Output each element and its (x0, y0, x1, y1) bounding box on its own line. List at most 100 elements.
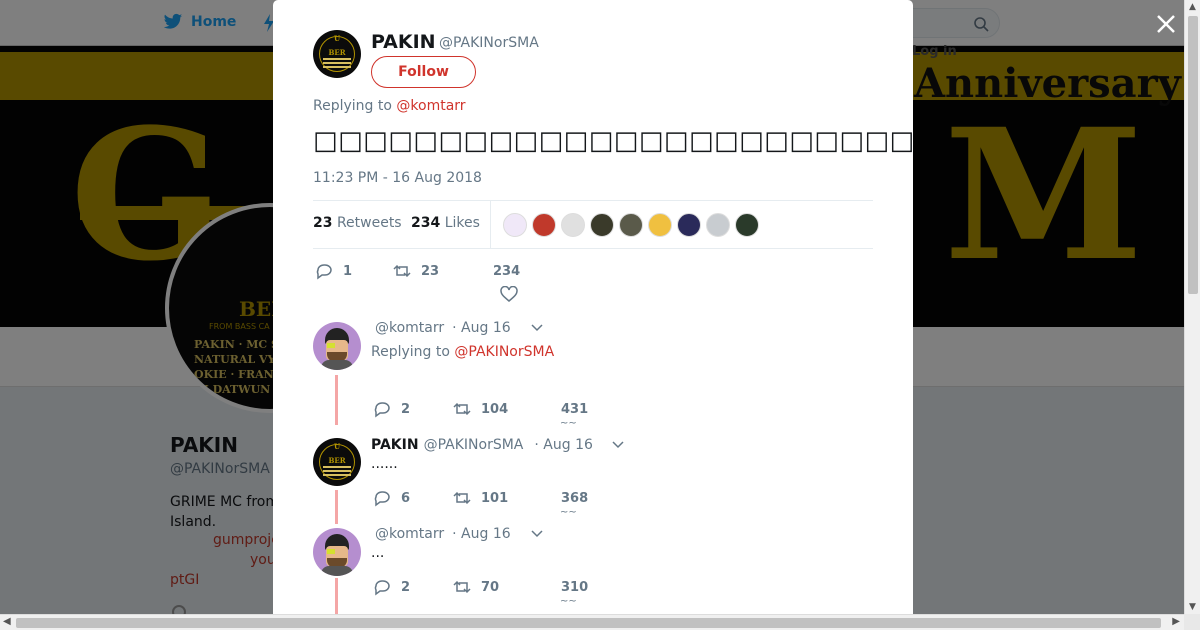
author-handle[interactable]: @PAKINorSMA (439, 35, 539, 51)
reply-icon (374, 580, 390, 596)
heart-icon[interactable]: ~~ (560, 418, 577, 429)
likes-stat[interactable]: 234 Likes (411, 215, 480, 231)
likes-label: Likes (444, 215, 480, 231)
avatar-line (323, 62, 351, 64)
likes-count: 234 (411, 215, 441, 231)
liker-avatar[interactable] (532, 213, 556, 237)
replying-mention[interactable]: @PAKINorSMA (454, 344, 554, 360)
thread-line (335, 578, 338, 614)
tweet-timestamp[interactable]: 11:23 PM - 16 Aug 2018 (313, 170, 482, 186)
avatar-line (323, 470, 351, 472)
retweet-icon (453, 491, 471, 505)
liker-avatar[interactable] (677, 213, 701, 237)
chevron-down-icon[interactable] (531, 530, 543, 538)
reply-icon (316, 264, 332, 280)
close-icon (1157, 15, 1175, 33)
like-action[interactable]: 310 (561, 580, 588, 595)
heart-icon[interactable] (500, 286, 518, 302)
reply-date[interactable]: · Aug 16 (452, 320, 511, 336)
scroll-up-arrow[interactable]: ▲ (1189, 2, 1196, 12)
avatar-line (323, 466, 351, 468)
liker-avatar[interactable] (561, 213, 585, 237)
stats-divider (490, 201, 491, 249)
retweet-icon (453, 402, 471, 416)
tweet-modal: U BER PAKIN @PAKINorSMA Follow Replying … (273, 0, 913, 614)
tweet-actions: 1 23 234 (315, 262, 520, 280)
follow-button[interactable]: Follow (371, 56, 476, 88)
author-avatar[interactable]: U BER (313, 30, 361, 78)
author-name[interactable]: PAKIN (371, 31, 436, 53)
thread-line (335, 375, 338, 425)
retweet-action[interactable]: 104 (453, 400, 561, 418)
horizontal-scrollbar[interactable]: ◀ ▶ (0, 614, 1184, 630)
chevron-down-icon[interactable] (612, 441, 624, 449)
reply-avatar[interactable] (313, 322, 361, 370)
close-button[interactable] (1152, 10, 1180, 38)
replying-to: Replying to @komtarr (313, 98, 466, 114)
retweet-count: 101 (481, 490, 509, 506)
reply-handle[interactable]: @komtarr (375, 320, 444, 336)
avatar-title: BER (328, 48, 346, 57)
tweet-stats: 23 Retweets 234 Likes (313, 200, 873, 249)
scrollbar-thumb[interactable] (16, 618, 1161, 628)
retweet-action[interactable]: 101 (453, 489, 561, 507)
liker-avatar[interactable] (648, 213, 672, 237)
reply-count: 6 (401, 490, 411, 506)
vertical-scrollbar[interactable]: ▲ ▼ (1184, 0, 1200, 614)
scroll-down-arrow[interactable]: ▼ (1189, 602, 1196, 612)
reply-count: 2 (401, 579, 411, 595)
reply-actions: 2 104 431 (373, 400, 588, 418)
reply-header: @komtarr · Aug 16 (375, 526, 543, 542)
liker-avatar[interactable] (706, 213, 730, 237)
tweet-text: □□□□□□□□□□□□□□□□□□□□□□□□□□□□□□□□□□□□□□ (313, 126, 913, 156)
like-action[interactable]: 431 (561, 402, 588, 417)
liker-avatar[interactable] (590, 213, 614, 237)
retweet-action[interactable]: 70 (453, 578, 561, 596)
retweets-label: Retweets (336, 215, 402, 231)
like-action[interactable]: 368 (561, 491, 588, 506)
retweet-count: 23 (421, 263, 440, 279)
avatar-body (321, 360, 353, 370)
scroll-right-arrow[interactable]: ▶ (1172, 616, 1180, 627)
reply-action[interactable]: 6 (373, 489, 453, 507)
reply-action[interactable]: 1 (315, 262, 393, 280)
like-count: 368 (561, 490, 589, 506)
likers-avatars (503, 213, 759, 237)
reply-avatar[interactable]: U BER (313, 438, 361, 486)
retweets-stat[interactable]: 23 Retweets (313, 215, 402, 231)
avatar-line (323, 66, 351, 68)
reply-header: @komtarr · Aug 16 (375, 320, 543, 336)
reply-action[interactable]: 2 (373, 578, 453, 596)
retweet-action[interactable]: 23 (393, 262, 493, 280)
heart-icon[interactable]: ~~ (560, 507, 577, 518)
reply-avatar[interactable] (313, 528, 361, 576)
heart-icon[interactable]: ~~ (560, 596, 577, 607)
retweet-count: 70 (481, 579, 500, 595)
avatar-glasses (327, 549, 335, 554)
reply-name[interactable]: PAKIN (371, 437, 419, 453)
liker-avatar[interactable] (735, 213, 759, 237)
avatar-initial: U (333, 442, 341, 451)
chevron-down-icon[interactable] (531, 324, 543, 332)
reply-action[interactable]: 2 (373, 400, 453, 418)
avatar-body (321, 566, 353, 576)
reply-date[interactable]: · Aug 16 (452, 526, 511, 542)
replying-mention[interactable]: @komtarr (396, 98, 465, 114)
reply-count: 1 (343, 263, 353, 279)
reply-handle[interactable]: @PAKINorSMA (424, 437, 524, 453)
reply-text: ...... (371, 456, 398, 472)
like-action[interactable]: 234 (493, 264, 520, 279)
liker-avatar[interactable] (503, 213, 527, 237)
avatar-glasses (327, 343, 335, 348)
reply-replying-to: Replying to @PAKINorSMA (371, 344, 554, 360)
reply-handle[interactable]: @komtarr (375, 526, 444, 542)
liker-avatar[interactable] (619, 213, 643, 237)
scrollbar-thumb[interactable] (1188, 16, 1198, 294)
scroll-left-arrow[interactable]: ◀ (3, 616, 11, 627)
replying-prefix: Replying to (371, 344, 450, 360)
reply-date[interactable]: · Aug 16 (534, 437, 593, 453)
reply-header: PAKIN @PAKINorSMA · Aug 16 (371, 437, 624, 453)
reply-actions: 6 101 368 (373, 489, 588, 507)
avatar-line (323, 474, 351, 476)
avatar-line (323, 58, 351, 60)
